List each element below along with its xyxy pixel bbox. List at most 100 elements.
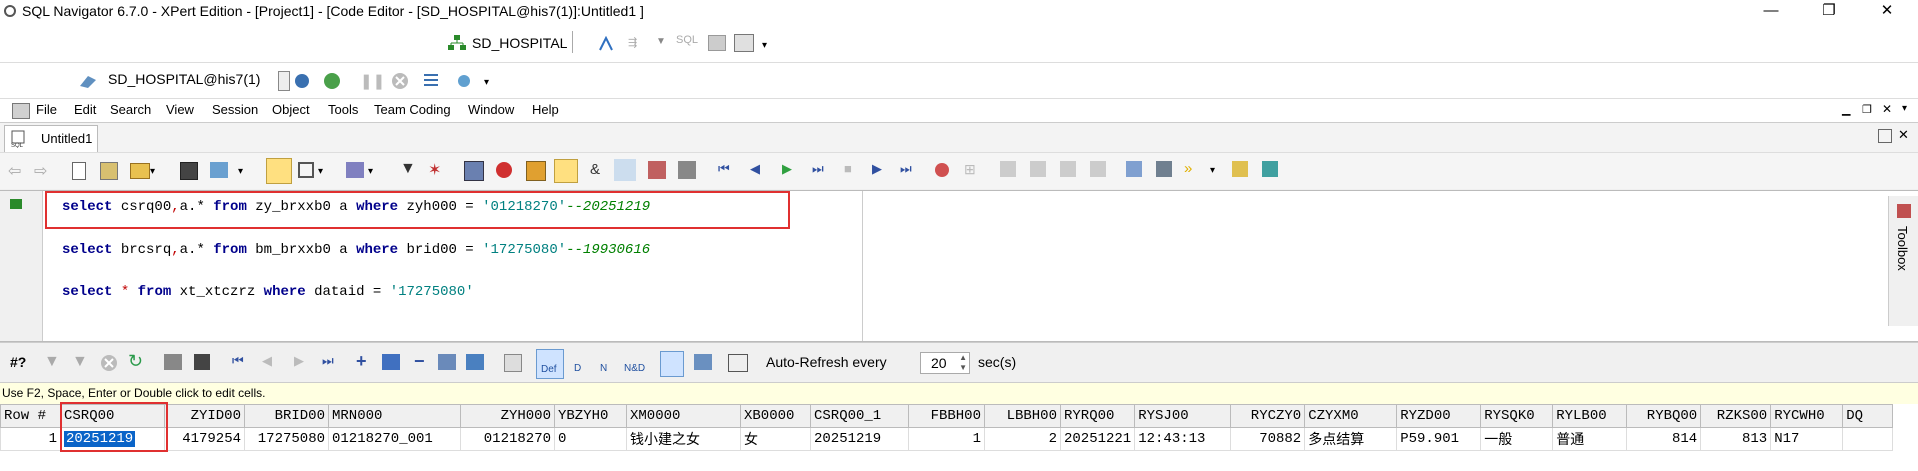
- step-into-icon[interactable]: [526, 161, 546, 181]
- column-header[interactable]: BRID00: [244, 404, 329, 428]
- mdi-minimize-button[interactable]: ▁: [1842, 103, 1850, 116]
- insert-row-icon[interactable]: [382, 354, 400, 370]
- grid-cell[interactable]: 01218270_001: [328, 427, 461, 451]
- breakpoint-icon[interactable]: [932, 160, 952, 180]
- grid-cell[interactable]: 1: [908, 427, 985, 451]
- save-results-icon[interactable]: [194, 354, 210, 370]
- grid-option-icon[interactable]: [504, 354, 522, 372]
- disabled-tool-icon[interactable]: [1030, 161, 1046, 177]
- columns-icon[interactable]: [728, 354, 748, 372]
- grid-cell[interactable]: 0: [554, 427, 627, 451]
- window-icon[interactable]: [734, 34, 754, 52]
- step-icon[interactable]: ⇶: [628, 36, 637, 49]
- back-icon[interactable]: ⇦: [8, 161, 21, 181]
- checklist-icon[interactable]: [422, 71, 442, 91]
- column-header[interactable]: FBBH00: [908, 404, 985, 428]
- run-icon[interactable]: ▶: [782, 161, 792, 177]
- tab-untitled1[interactable]: SQL Untitled1: [4, 125, 98, 152]
- grid-cell[interactable]: 20251221: [1059, 427, 1136, 451]
- disabled-tool-icon[interactable]: [1000, 161, 1016, 177]
- toggle-icon[interactable]: [554, 159, 578, 183]
- commit-icon[interactable]: [292, 71, 312, 91]
- prev-row-icon[interactable]: ◀: [262, 353, 272, 369]
- column-header[interactable]: RYZD00: [1396, 404, 1482, 428]
- filter-icon[interactable]: ▼: [44, 353, 60, 371]
- column-header[interactable]: CSRQ00_1: [810, 404, 909, 428]
- format-dropdown-icon[interactable]: ▾: [368, 166, 373, 177]
- tab-close-button[interactable]: ✕: [1898, 127, 1909, 143]
- column-header[interactable]: MRN000: [328, 404, 461, 428]
- tune-icon[interactable]: [1126, 161, 1142, 177]
- menu-file[interactable]: File: [36, 102, 57, 117]
- pause-icon[interactable]: ❚❚: [360, 72, 385, 90]
- dropdown-arrow-icon[interactable]: ▼: [656, 36, 666, 47]
- format-icon[interactable]: [346, 162, 364, 178]
- cancel-icon[interactable]: [100, 354, 118, 372]
- grid-cell[interactable]: N17: [1770, 427, 1844, 451]
- tab-list-button[interactable]: [1878, 129, 1892, 143]
- stop-execute-icon[interactable]: [494, 160, 514, 180]
- grid-cell[interactable]: 12:43:13: [1134, 427, 1232, 451]
- help-icon[interactable]: [1232, 161, 1248, 177]
- grid-cell[interactable]: 01218270: [460, 427, 555, 451]
- menu-team-coding[interactable]: Team Coding: [374, 102, 451, 117]
- column-header[interactable]: ZYH000: [460, 404, 555, 428]
- split-dropdown-icon[interactable]: ▾: [318, 166, 323, 177]
- code-line-2[interactable]: select brcsrq,a.* from bm_brxxb0 a where…: [62, 242, 650, 258]
- code-editor[interactable]: select csrq00,a.* from zy_brxxb0 a where…: [0, 190, 1918, 342]
- menu-object[interactable]: Object: [272, 102, 310, 117]
- column-header[interactable]: RYCZY0: [1230, 404, 1306, 428]
- menu-window[interactable]: Window: [468, 102, 514, 117]
- column-header[interactable]: RYLB00: [1552, 404, 1628, 428]
- close-button[interactable]: ✕: [1864, 0, 1910, 24]
- grid-cell[interactable]: 2: [984, 427, 1061, 451]
- list-icon[interactable]: [1156, 161, 1172, 177]
- outline-icon[interactable]: [678, 161, 696, 179]
- column-header[interactable]: YBZYH0: [554, 404, 627, 428]
- refresh-interval-input[interactable]: 20 ▲ ▼: [920, 352, 970, 374]
- session-dropdown[interactable]: [278, 71, 290, 91]
- stop-debug-icon[interactable]: ■: [844, 161, 852, 176]
- form-view-icon[interactable]: [694, 354, 712, 370]
- column-header[interactable]: RYRQ00: [1059, 404, 1136, 428]
- cancel-edit-icon[interactable]: [466, 354, 484, 370]
- code-line-1[interactable]: select csrq00,a.* from zy_brxxb0 a where…: [62, 199, 650, 215]
- next-row-icon[interactable]: ▶: [294, 353, 304, 369]
- stop-icon[interactable]: [390, 71, 410, 91]
- minimize-button[interactable]: —: [1748, 0, 1794, 24]
- fast-forward-icon[interactable]: »: [1184, 160, 1192, 177]
- grid-cell[interactable]: 70882: [1230, 427, 1306, 451]
- mdi-close-button[interactable]: ✕: [1882, 102, 1892, 116]
- grid-view-button[interactable]: [660, 351, 684, 377]
- grid-cell[interactable]: [1842, 427, 1894, 451]
- grid-cell[interactable]: 普通: [1552, 427, 1628, 451]
- first-record-icon[interactable]: ⏮: [718, 161, 730, 177]
- split-divider[interactable]: [862, 191, 863, 341]
- column-header[interactable]: RZKS00: [1700, 404, 1772, 428]
- new-project-icon[interactable]: [100, 162, 118, 180]
- next-record-icon[interactable]: ▶: [872, 161, 882, 177]
- table-row[interactable]: 1 20251219 4179254 17275080 01218270_001…: [0, 427, 1894, 451]
- grid-cell[interactable]: 814: [1626, 427, 1702, 451]
- delete-row-icon[interactable]: −: [414, 351, 425, 372]
- code-insight-icon[interactable]: [648, 161, 666, 179]
- column-header[interactable]: RYBQ00: [1626, 404, 1702, 428]
- sql-icon[interactable]: SQL: [676, 34, 698, 46]
- spinner-arrows-icon[interactable]: ▲ ▼: [959, 353, 967, 373]
- column-header[interactable]: XM0000: [626, 404, 741, 428]
- column-header[interactable]: CZYXM0: [1304, 404, 1398, 428]
- column-header[interactable]: XB0000: [740, 404, 811, 428]
- menu-search[interactable]: Search: [110, 102, 151, 117]
- ampersand-icon[interactable]: &: [590, 161, 600, 178]
- print-icon[interactable]: [164, 354, 182, 370]
- def-button[interactable]: Def: [536, 349, 564, 379]
- save-icon[interactable]: [180, 162, 198, 180]
- execute-icon[interactable]: [464, 161, 484, 181]
- table-icon[interactable]: [708, 35, 726, 51]
- mdi-restore-button[interactable]: ❐: [1862, 103, 1872, 116]
- first-row-icon[interactable]: ⏮: [232, 353, 244, 369]
- open-folder-icon[interactable]: [130, 163, 150, 179]
- code-line-3[interactable]: select * from xt_xtczrz where dataid = '…: [62, 284, 474, 300]
- row-count-button[interactable]: #?: [10, 354, 26, 370]
- column-header[interactable]: Row #: [0, 404, 61, 428]
